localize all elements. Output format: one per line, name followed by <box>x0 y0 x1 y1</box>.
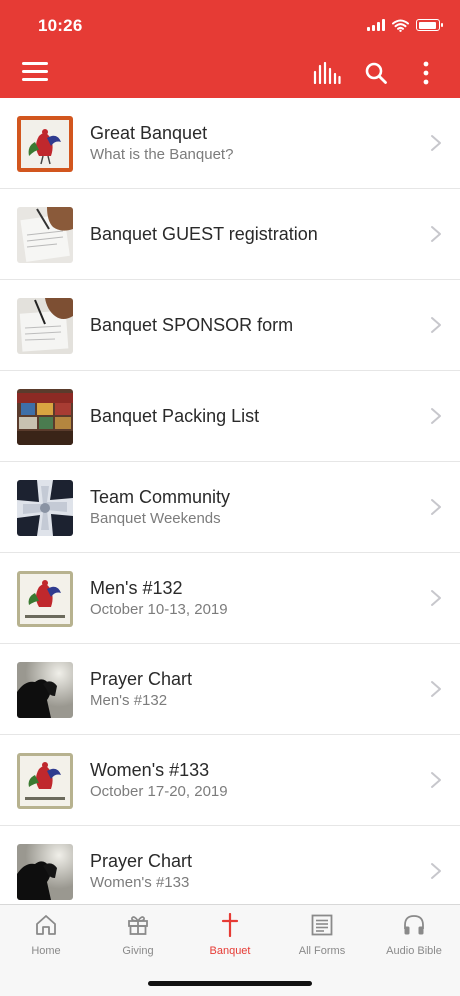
home-icon <box>36 915 56 935</box>
list-item[interactable]: Banquet GUEST registration <box>0 189 460 280</box>
app-header: 10:26 <box>0 0 460 98</box>
item-title: Men's #132 <box>90 577 183 598</box>
tab-label: Giving <box>122 945 154 957</box>
item-title: Women's #133 <box>90 759 210 780</box>
item-subtitle: October 17-20, 2019 <box>90 782 228 800</box>
tab-label: Banquet <box>209 945 251 957</box>
prayer-silhouette-thumbnail <box>17 662 73 718</box>
chevron-right-icon <box>431 317 441 333</box>
chevron-right-icon <box>431 499 441 515</box>
chevron-right-icon <box>431 772 441 788</box>
chevron-right-icon <box>431 863 441 879</box>
item-title: Banquet Packing List <box>90 406 260 426</box>
tab-all-forms[interactable]: All Forms <box>276 905 368 965</box>
form-icon <box>311 914 333 936</box>
stats-icon[interactable] <box>313 62 341 84</box>
rooster-thumbnail <box>17 571 73 627</box>
list-item[interactable]: Prayer Chart Men's #132 <box>0 644 460 735</box>
item-title: Great Banquet <box>90 122 208 143</box>
list-item[interactable]: Women's #133 October 17-20, 2019 <box>0 735 460 826</box>
chevron-right-icon <box>431 408 441 424</box>
tab-giving[interactable]: Giving <box>92 905 184 965</box>
gift-icon <box>128 916 148 935</box>
item-title: Team Community <box>90 486 231 507</box>
packing-boxes-thumbnail <box>17 389 73 445</box>
writing-hand-thumbnail <box>17 298 73 354</box>
item-subtitle: What is the Banquet? <box>90 145 234 163</box>
home-indicator <box>148 981 312 986</box>
item-title: Banquet GUEST registration <box>90 224 318 244</box>
search-icon[interactable] <box>364 61 388 85</box>
prayer-silhouette-thumbnail <box>17 844 73 900</box>
tab-banquet[interactable]: Banquet <box>184 905 276 965</box>
chevron-right-icon <box>431 681 441 697</box>
list-item[interactable]: Prayer Chart Women's #133 <box>0 826 460 904</box>
signal-icon <box>367 19 385 31</box>
item-subtitle: Women's #133 <box>90 873 190 891</box>
tab-label: All Forms <box>298 945 346 957</box>
tab-label: Audio Bible <box>386 945 442 957</box>
list-item[interactable]: Team Community Banquet Weekends <box>0 462 460 553</box>
content-list: Great Banquet What is the Banquet? Banqu… <box>0 98 460 904</box>
list-item[interactable]: Men's #132 October 10-13, 2019 <box>0 553 460 644</box>
list-item[interactable]: Banquet Packing List <box>0 371 460 462</box>
writing-hand-thumbnail <box>17 207 73 263</box>
chevron-right-icon <box>431 226 441 242</box>
headphones-icon <box>404 915 424 935</box>
cross-icon <box>221 913 239 937</box>
list-item[interactable]: Banquet SPONSOR form <box>0 280 460 371</box>
cross-tiles-thumbnail <box>17 480 73 536</box>
battery-icon <box>416 19 443 31</box>
item-subtitle: Banquet Weekends <box>90 509 221 527</box>
rooster-thumbnail <box>17 116 73 172</box>
status-time: 10:26 <box>38 16 83 35</box>
status-icons <box>367 16 443 34</box>
tab-label: Home <box>31 945 61 957</box>
chevron-right-icon <box>431 590 441 606</box>
tab-home[interactable]: Home <box>0 905 92 965</box>
tab-audio-bible[interactable]: Audio Bible <box>368 905 460 965</box>
more-vertical-icon[interactable] <box>416 61 436 85</box>
item-title: Prayer Chart <box>90 850 193 871</box>
rooster-thumbnail <box>17 753 73 809</box>
list-item[interactable]: Great Banquet What is the Banquet? <box>0 98 460 189</box>
item-title: Prayer Chart <box>90 668 193 689</box>
chevron-right-icon <box>431 135 441 151</box>
item-subtitle: Men's #132 <box>90 691 168 709</box>
menu-button[interactable] <box>22 62 48 82</box>
item-title: Banquet SPONSOR form <box>90 315 294 335</box>
item-subtitle: October 10-13, 2019 <box>90 600 228 618</box>
wifi-icon <box>392 19 409 32</box>
